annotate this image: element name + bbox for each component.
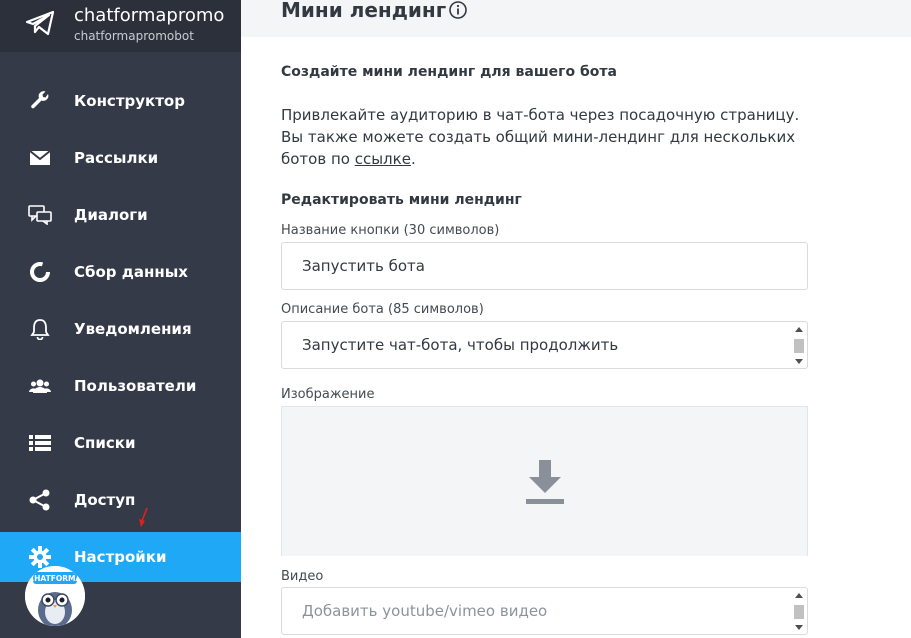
description-line: Вы также можете создать общий мини-ленди…: [281, 128, 796, 146]
bot-name: chatformapromo: [74, 5, 225, 26]
bot-description-value: Запустите чат-бота, чтобы продолжить: [302, 336, 619, 354]
donut-chart-icon: [28, 260, 52, 284]
sidebar-item-dialogs[interactable]: Диалоги: [0, 190, 241, 240]
wrench-icon: [28, 89, 52, 113]
download-icon: [526, 460, 564, 504]
bot-description-label: Описание бота (85 символов): [281, 302, 484, 317]
button-name-input[interactable]: Запустить бота: [281, 242, 808, 290]
video-url-placeholder: Добавить youtube/vimeo видео: [302, 602, 548, 620]
textarea-scrollbar[interactable]: [793, 590, 805, 634]
bot-header[interactable]: chatformapromo chatformapromobot: [0, 0, 241, 52]
sidebar-item-label: Пользователи: [74, 377, 197, 395]
sidebar-item-label: Рассылки: [74, 149, 159, 167]
avatar-badge-text: CHATFORMA: [29, 574, 82, 583]
sidebar-item-constructor[interactable]: Конструктор: [0, 76, 241, 126]
sidebar-item-access[interactable]: Доступ: [0, 475, 241, 525]
pointer-arrow-icon: [139, 507, 148, 527]
description-suffix: .: [410, 150, 416, 168]
video-label: Видео: [281, 569, 324, 584]
description-link[interactable]: ссылке: [355, 150, 411, 168]
description-text: Привлекайте аудиторию в чат-бота через п…: [281, 104, 811, 170]
sidebar-item-lists[interactable]: Списки: [0, 418, 241, 468]
description-line: Привлекайте аудиторию в чат-бота через п…: [281, 106, 800, 124]
telegram-icon: [25, 10, 55, 36]
sidebar-item-data-collection[interactable]: Сбор данных: [0, 247, 241, 297]
sidebar-item-users[interactable]: Пользователи: [0, 361, 241, 411]
sidebar-item-label: Списки: [74, 434, 136, 452]
users-icon: [28, 374, 52, 398]
sidebar-item-label: Диалоги: [74, 206, 148, 224]
page-title: Мини лендинг: [281, 0, 447, 22]
info-icon[interactable]: [448, 0, 468, 20]
image-label: Изображение: [281, 387, 375, 402]
description-line: ботов по ссылке.: [281, 148, 811, 170]
bot-description-textarea[interactable]: Запустите чат-бота, чтобы продолжить: [281, 321, 808, 369]
avatar[interactable]: CHATFORMA: [25, 566, 85, 626]
sidebar-item-label: Доступ: [74, 491, 136, 509]
video-url-input[interactable]: Добавить youtube/vimeo видео: [281, 587, 808, 635]
sidebar-item-label: Сбор данных: [74, 263, 188, 281]
textarea-scrollbar[interactable]: [793, 324, 805, 368]
sidebar-item-label: Настройки: [74, 548, 167, 566]
bot-username: chatformapromobot: [74, 29, 194, 43]
button-name-label: Название кнопки (30 символов): [281, 223, 500, 238]
edit-heading: Редактировать мини лендинг: [281, 192, 522, 208]
sidebar-item-label: Конструктор: [74, 92, 185, 110]
share-icon: [28, 488, 52, 512]
bell-icon: [28, 317, 52, 341]
list-icon: [28, 431, 52, 455]
sidebar: chatformapromo chatformapromobot Констру…: [0, 0, 241, 638]
image-upload-area[interactable]: [281, 406, 808, 556]
description-prefix: ботов по: [281, 150, 355, 168]
chat-bubbles-icon: [28, 203, 52, 227]
owl-mascot-icon: CHATFORMA: [25, 566, 85, 626]
sidebar-item-notifications[interactable]: Уведомления: [0, 304, 241, 354]
create-heading: Создайте мини лендинг для вашего бота: [281, 64, 617, 80]
sidebar-item-mailings[interactable]: Рассылки: [0, 133, 241, 183]
envelope-icon: [28, 146, 52, 170]
sidebar-item-label: Уведомления: [74, 320, 192, 338]
gear-icon: [28, 545, 52, 569]
